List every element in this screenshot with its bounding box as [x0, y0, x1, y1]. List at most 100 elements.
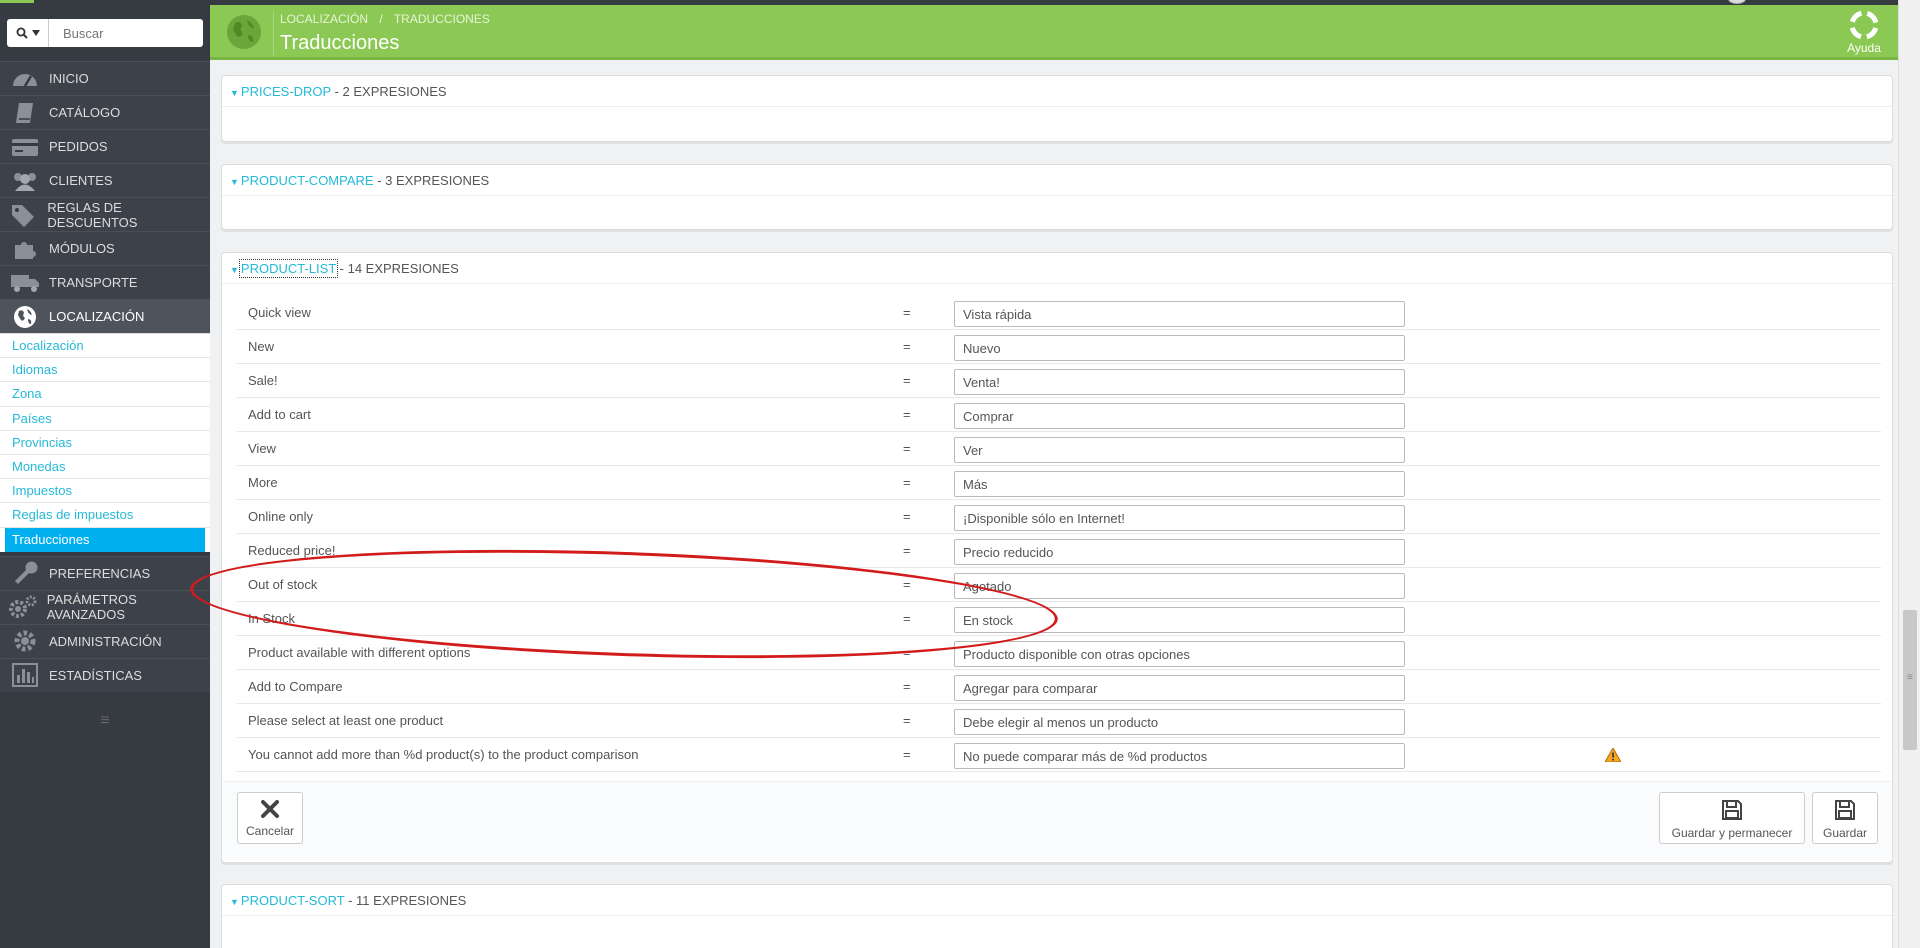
translation-row: Out of stock =	[237, 568, 1881, 602]
submenu-item-localizacion[interactable]: Localización	[0, 334, 210, 359]
translation-input[interactable]	[954, 403, 1405, 429]
panel-name[interactable]: PRICES-DROP	[241, 84, 331, 99]
panel-heading[interactable]: ▼ PRODUCT-COMPARE - 3 EXPRESIONES	[222, 165, 1892, 196]
translation-input[interactable]	[954, 369, 1405, 395]
panel-count: - 11 EXPRESIONES	[344, 893, 467, 908]
panel-prices-drop: ▼ PRICES-DROP - 2 EXPRESIONES	[221, 75, 1893, 142]
page-title: Traducciones	[280, 32, 400, 54]
main-menu: INICIO CATÁLOGO PEDIDOS CLIENTES REGLAS …	[0, 61, 210, 692]
translation-input[interactable]	[954, 743, 1405, 769]
caret-down-icon	[31, 30, 40, 36]
source-text: View	[248, 441, 276, 456]
user-avatar[interactable]	[1728, 0, 1746, 4]
menu-item-clientes[interactable]: CLIENTES	[0, 163, 210, 197]
translation-input[interactable]	[954, 335, 1405, 361]
menu-label: PEDIDOS	[49, 139, 108, 154]
translation-input[interactable]	[954, 607, 1405, 633]
page-scrollbar[interactable]: ≡	[1898, 0, 1920, 948]
source-text: Sale!	[248, 373, 278, 388]
menu-item-inicio[interactable]: INICIO	[0, 61, 210, 95]
menu-label: MÓDULOS	[49, 241, 115, 256]
panel-heading[interactable]: ▼ PRICES-DROP - 2 EXPRESIONES	[222, 76, 1892, 107]
menu-label: ADMINISTRACIÓN	[49, 633, 162, 649]
translation-row: New =	[237, 330, 1881, 364]
breadcrumb-item[interactable]: LOCALIZACIÓN	[280, 12, 368, 26]
equals-sign: =	[903, 645, 911, 660]
equals-sign: =	[903, 509, 911, 524]
source-text: Out of stock	[248, 577, 318, 592]
breadcrumb-item[interactable]: TRADUCCIONES	[394, 12, 490, 26]
cancel-label: Cancelar	[245, 824, 295, 838]
equals-sign: =	[903, 339, 911, 354]
panel-name[interactable]: PRODUCT-COMPARE	[241, 173, 374, 188]
search-icon	[16, 27, 28, 39]
users-icon	[0, 164, 49, 198]
breadcrumb-separator: /	[379, 12, 383, 26]
translation-input[interactable]	[954, 437, 1405, 463]
equals-sign: =	[903, 305, 911, 320]
search-type-button[interactable]	[7, 19, 49, 47]
caret-down-icon: ▼	[230, 265, 239, 275]
translation-input[interactable]	[954, 573, 1405, 599]
menu-item-catalogo[interactable]: CATÁLOGO	[0, 95, 210, 129]
source-text: Add to Compare	[248, 679, 343, 694]
equals-sign: =	[903, 611, 911, 626]
translation-input[interactable]	[954, 539, 1405, 565]
menu-item-administracion[interactable]: ADMINISTRACIÓN	[0, 623, 210, 658]
menu-item-preferencias[interactable]: PREFERENCIAS	[0, 555, 210, 590]
equals-sign: =	[903, 679, 911, 694]
menu-item-pedidos[interactable]: PEDIDOS	[0, 129, 210, 163]
submenu-item-zona[interactable]: Zona	[0, 382, 210, 407]
search-box	[7, 19, 203, 47]
cogs-icon	[0, 590, 47, 624]
panel-product-compare: ▼ PRODUCT-COMPARE - 3 EXPRESIONES	[221, 164, 1893, 230]
globe-icon	[227, 15, 261, 49]
source-text: Add to cart	[248, 407, 311, 422]
cancel-button[interactable]: Cancelar	[237, 792, 303, 844]
submenu-item-reglas-impuestos[interactable]: Reglas de impuestos	[0, 503, 210, 528]
menu-item-estadisticas[interactable]: ESTADÍSTICAS	[0, 657, 210, 692]
translation-input[interactable]	[954, 675, 1405, 701]
panel-product-list: ▼ PRODUCT-LIST - 14 EXPRESIONES Quick vie…	[221, 252, 1893, 863]
menu-item-parametros-avanzados[interactable]: PARÁMETROS AVANZADOS	[0, 589, 210, 624]
dashboard-icon	[0, 62, 49, 96]
truck-icon	[0, 266, 49, 300]
translation-row: More =	[237, 466, 1881, 500]
menu-item-reglas-descuentos[interactable]: REGLAS DE DESCUENTOS	[0, 197, 210, 231]
save-button[interactable]: Guardar	[1812, 792, 1878, 844]
submenu-item-traducciones[interactable]: Traducciones	[5, 527, 205, 552]
panel-heading[interactable]: ▼ PRODUCT-SORT - 11 EXPRESIONES	[222, 885, 1892, 916]
collapse-menu-button[interactable]: ≡	[0, 712, 210, 730]
translation-input[interactable]	[954, 641, 1405, 667]
translation-input[interactable]	[954, 505, 1405, 531]
submenu-item-idiomas[interactable]: Idiomas	[0, 358, 210, 383]
translation-input[interactable]	[954, 471, 1405, 497]
equals-sign: =	[903, 543, 911, 558]
search-input[interactable]	[51, 19, 201, 47]
panel-name[interactable]: PRODUCT-SORT	[241, 893, 345, 908]
panel-heading[interactable]: ▼ PRODUCT-LIST - 14 EXPRESIONES	[222, 253, 1892, 284]
translation-input[interactable]	[954, 301, 1405, 327]
menu-label: LOCALIZACIÓN	[49, 309, 145, 324]
save-and-stay-button[interactable]: Guardar y permanecer	[1659, 792, 1805, 844]
submenu-item-monedas[interactable]: Monedas	[0, 455, 210, 480]
help-label: Ayuda	[1847, 41, 1881, 55]
equals-sign: =	[903, 747, 911, 762]
submenu-item-paises[interactable]: Países	[0, 407, 210, 431]
caret-down-icon: ▼	[230, 88, 239, 98]
source-text: In Stock	[248, 611, 295, 626]
menu-item-localizacion[interactable]: LOCALIZACIÓN	[0, 299, 210, 333]
submenu-item-provincias[interactable]: Provincias	[0, 431, 210, 455]
source-text: Online only	[248, 509, 314, 524]
help-button[interactable]: Ayuda	[1832, 11, 1896, 55]
panel-name[interactable]: PRODUCT-LIST	[238, 259, 339, 278]
save-and-stay-label: Guardar y permanecer	[1671, 826, 1793, 840]
scrollbar-grip: ≡	[1907, 672, 1913, 683]
translation-input[interactable]	[954, 709, 1405, 735]
menu-item-modulos[interactable]: MÓDULOS	[0, 231, 210, 265]
submenu-item-impuestos[interactable]: Impuestos	[0, 479, 210, 504]
close-icon	[261, 800, 279, 818]
menu-item-transporte[interactable]: TRANSPORTE	[0, 265, 210, 299]
menu-label: ESTADÍSTICAS	[49, 667, 142, 683]
globe-icon	[0, 300, 49, 334]
